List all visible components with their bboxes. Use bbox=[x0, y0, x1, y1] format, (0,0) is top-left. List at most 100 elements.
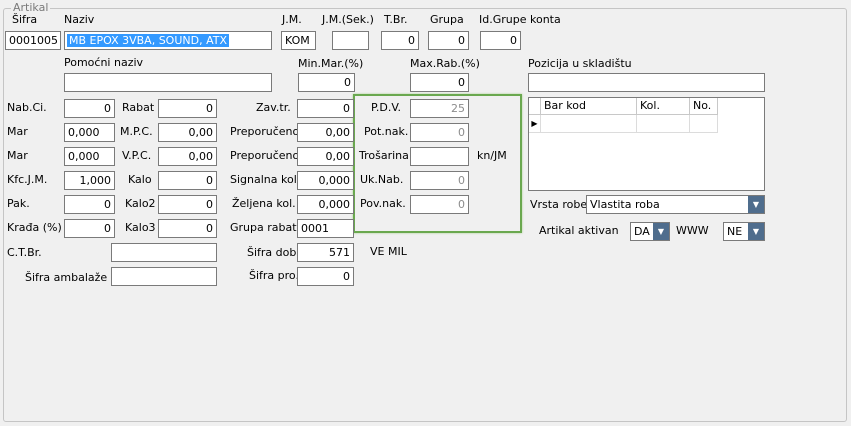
min-mar-field[interactable]: 0 bbox=[298, 73, 355, 92]
pak-field[interactable]: 0 bbox=[64, 195, 115, 214]
naziv-field[interactable]: MB EPOX 3VBA, SOUND, ATX bbox=[64, 31, 272, 50]
grupa-rabata-field[interactable]: 0001 bbox=[297, 219, 354, 238]
signalna-field[interactable]: 0,000 bbox=[297, 171, 354, 190]
grid-header-bar-kod[interactable]: Bar kod bbox=[541, 98, 637, 115]
chevron-down-icon[interactable]: ▼ bbox=[653, 223, 669, 240]
row-pointer-icon: ▶ bbox=[529, 115, 541, 133]
vpc-field[interactable]: 0,00 bbox=[158, 147, 217, 166]
max-rab-field[interactable]: 0 bbox=[410, 73, 469, 92]
pot-nak-field[interactable]: 0 bbox=[410, 123, 469, 142]
id-grupe-label: Id.Grupe konta bbox=[479, 13, 561, 26]
jm-sek-label: J.M.(Sek.) bbox=[322, 13, 374, 26]
krada-field[interactable]: 0 bbox=[64, 219, 115, 238]
id-grupe-field[interactable]: 0 bbox=[480, 31, 521, 50]
pomocni-label: Pomoćni naziv bbox=[64, 56, 144, 69]
kalo3-label: Kalo3 bbox=[125, 221, 156, 234]
naziv-selected-text: MB EPOX 3VBA, SOUND, ATX bbox=[67, 34, 230, 47]
jm-label: J.M. bbox=[282, 13, 302, 26]
pot-nak-label: Pot.nak. bbox=[364, 125, 409, 138]
sifra-dob-field[interactable]: 571 bbox=[297, 243, 354, 262]
pomocni-field[interactable] bbox=[64, 73, 272, 92]
mar2-label: Mar bbox=[7, 149, 28, 162]
krada-label: Krađa (%) bbox=[7, 221, 62, 234]
rabat-field[interactable]: 0 bbox=[158, 99, 217, 118]
grupa-label: Grupa bbox=[430, 13, 464, 26]
mpc-field[interactable]: 0,00 bbox=[158, 123, 217, 142]
mpc-label: M.P.C. bbox=[120, 125, 153, 138]
chevron-down-icon[interactable]: ▼ bbox=[748, 223, 764, 240]
zeljena-field[interactable]: 0,000 bbox=[297, 195, 354, 214]
grupa-field[interactable]: 0 bbox=[428, 31, 469, 50]
vrsta-robe-label: Vrsta robe bbox=[530, 198, 588, 211]
kfc-jm-field[interactable]: 1,000 bbox=[64, 171, 115, 190]
mar1-field[interactable]: 0,000 bbox=[64, 123, 115, 142]
pdv-label: P.D.V. bbox=[371, 101, 401, 114]
kalo-label: Kalo bbox=[128, 173, 152, 186]
zav-tr-field[interactable]: 0 bbox=[297, 99, 354, 118]
www-value: NE bbox=[727, 225, 743, 238]
rabat-label: Rabat bbox=[122, 101, 155, 114]
artikal-aktivan-label: Artikal aktivan bbox=[539, 224, 619, 237]
preporuceno2-label: Preporučeno bbox=[230, 149, 300, 162]
min-mar-label: Min.Mar.(%) bbox=[298, 57, 364, 70]
pov-nak-field[interactable]: 0 bbox=[410, 195, 469, 214]
www-select[interactable]: NE ▼ bbox=[723, 222, 765, 241]
zav-tr-label: Zav.tr. bbox=[256, 101, 291, 114]
pak-label: Pak. bbox=[7, 197, 30, 210]
preporuceno1-label: Preporučeno bbox=[230, 125, 300, 138]
ctbr-field[interactable] bbox=[111, 243, 217, 262]
nab-ci-label: Nab.Ci. bbox=[7, 101, 47, 114]
artikal-aktivan-value: DA bbox=[634, 225, 650, 238]
signalna-label: Signalna kol. bbox=[230, 173, 301, 186]
chevron-down-icon[interactable]: ▼ bbox=[748, 196, 764, 213]
jm-sek-field[interactable] bbox=[332, 31, 369, 50]
sifra-dob-label: Šifra dob. bbox=[247, 246, 300, 259]
sifra-label: Šifra bbox=[12, 13, 38, 26]
mar1-label: Mar bbox=[7, 125, 28, 138]
grupa-rabata-label: Grupa rabata bbox=[230, 221, 304, 234]
naziv-label: Naziv bbox=[64, 13, 95, 26]
ve-mil-label: VE MIL bbox=[370, 245, 407, 258]
sifra-amb-label: Šifra ambalaže bbox=[25, 271, 108, 284]
kalo3-field[interactable]: 0 bbox=[158, 219, 217, 238]
nab-ci-field[interactable]: 0 bbox=[64, 99, 115, 118]
kalo2-label: Kalo2 bbox=[125, 197, 156, 210]
barcode-grid[interactable]: Bar kod Kol. No. ▶ bbox=[528, 97, 765, 191]
kalo2-field[interactable]: 0 bbox=[158, 195, 217, 214]
grid-cell-no[interactable] bbox=[690, 115, 718, 133]
grid-header-kol[interactable]: Kol. bbox=[637, 98, 690, 115]
preporuceno1-field[interactable]: 0,00 bbox=[297, 123, 354, 142]
sifra-field[interactable]: 0001005 bbox=[5, 31, 61, 50]
preporuceno2-field[interactable]: 0,00 bbox=[297, 147, 354, 166]
vpc-label: V.P.C. bbox=[122, 149, 152, 162]
kn-jm-label: kn/JM bbox=[477, 149, 507, 162]
sifra-pro-field[interactable]: 0 bbox=[297, 267, 354, 286]
sifra-pro-label: Šifra pro. bbox=[249, 269, 299, 282]
max-rab-label: Max.Rab.(%) bbox=[410, 57, 480, 70]
uk-nab-field[interactable]: 0 bbox=[410, 171, 469, 190]
grid-header-no[interactable]: No. bbox=[690, 98, 718, 115]
pozicija-label: Pozicija u skladištu bbox=[528, 57, 632, 70]
tbr-field[interactable]: 0 bbox=[381, 31, 419, 50]
kfc-jm-label: Kfc.J.M. bbox=[7, 173, 48, 186]
pozicija-field[interactable] bbox=[528, 73, 765, 92]
trosarina-label: Trošarina bbox=[359, 149, 409, 162]
pdv-field[interactable]: 25 bbox=[410, 99, 469, 118]
sifra-amb-field[interactable] bbox=[111, 267, 217, 286]
grid-corner-header bbox=[529, 98, 541, 115]
uk-nab-label: Uk.Nab. bbox=[360, 173, 404, 186]
tbr-label: T.Br. bbox=[384, 13, 408, 26]
www-label: WWW bbox=[676, 224, 709, 237]
grid-cell-bar-kod[interactable] bbox=[541, 115, 637, 133]
artikal-aktivan-select[interactable]: DA ▼ bbox=[630, 222, 670, 241]
zeljena-label: Željena kol. bbox=[232, 197, 296, 210]
pov-nak-label: Pov.nak. bbox=[360, 197, 406, 210]
grid-cell-kol[interactable] bbox=[637, 115, 690, 133]
kalo-field[interactable]: 0 bbox=[158, 171, 217, 190]
jm-field[interactable]: KOM bbox=[281, 31, 316, 50]
mar2-field[interactable]: 0,000 bbox=[64, 147, 115, 166]
ctbr-label: C.T.Br. bbox=[7, 246, 42, 259]
vrsta-robe-value: Vlastita roba bbox=[590, 198, 660, 211]
vrsta-robe-select[interactable]: Vlastita roba ▼ bbox=[586, 195, 765, 214]
trosarina-field[interactable] bbox=[410, 147, 469, 166]
